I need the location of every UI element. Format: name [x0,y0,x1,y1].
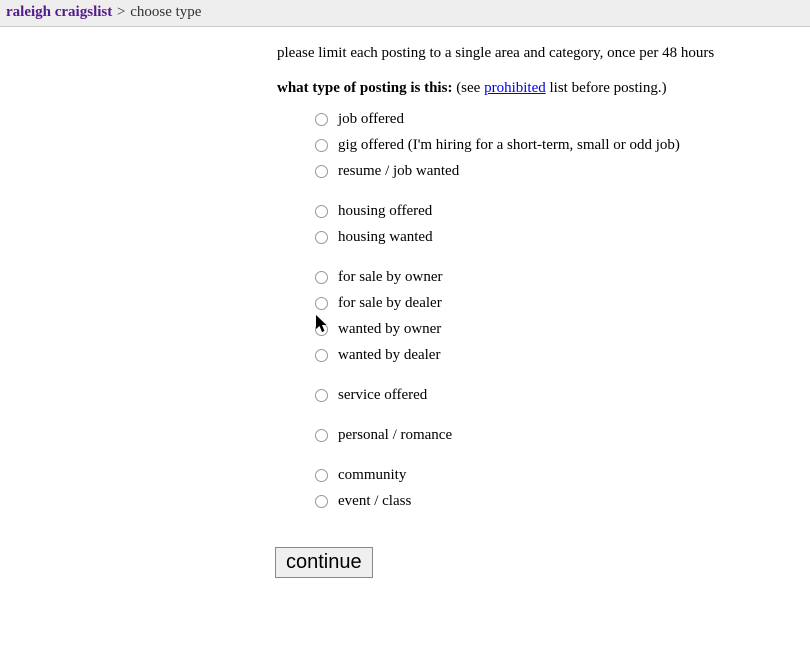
posting-type-prompt: what type of posting is this: (see prohi… [277,80,810,97]
posting-type-label[interactable]: resume / job wanted [338,161,459,181]
posting-type-radio[interactable] [315,297,328,310]
posting-type-radio[interactable] [315,139,328,152]
posting-type-option[interactable]: gig offered (I'm hiring for a short-term… [315,135,810,155]
limit-note: please limit each posting to a single ar… [277,45,810,62]
breadcrumb-site-link[interactable]: raleigh craigslist [6,4,112,20]
posting-type-label[interactable]: personal / romance [338,425,452,445]
posting-type-option[interactable]: housing wanted [315,227,810,247]
posting-type-radio[interactable] [315,469,328,482]
prohibited-link[interactable]: prohibited [484,80,546,96]
option-group: job offered gig offered (I'm hiring for a… [315,109,810,181]
posting-type-option[interactable]: for sale by dealer [315,293,810,313]
posting-type-label[interactable]: housing wanted [338,227,433,247]
posting-type-option[interactable]: wanted by dealer [315,345,810,365]
posting-type-radio[interactable] [315,389,328,402]
posting-type-radio[interactable] [315,323,328,336]
content: please limit each posting to a single ar… [0,27,810,578]
breadcrumb: raleigh craigslist > choose type [0,0,810,27]
posting-type-radio[interactable] [315,231,328,244]
option-group: personal / romance [315,425,810,445]
prompt-before-link: (see [452,80,484,96]
continue-button[interactable]: continue [275,547,373,578]
posting-type-label[interactable]: for sale by owner [338,267,443,287]
posting-type-option[interactable]: job offered [315,109,810,129]
posting-type-radio[interactable] [315,165,328,178]
posting-type-option[interactable]: for sale by owner [315,267,810,287]
breadcrumb-current: choose type [130,4,201,20]
posting-type-radio[interactable] [315,205,328,218]
posting-type-label[interactable]: for sale by dealer [338,293,442,313]
posting-type-option[interactable]: community [315,465,810,485]
posting-type-option[interactable]: personal / romance [315,425,810,445]
posting-type-radio[interactable] [315,349,328,362]
posting-type-label[interactable]: event / class [338,491,411,511]
prompt-bold: what type of posting is this: [277,80,452,96]
prompt-after-link: list before posting.) [546,80,667,96]
posting-type-option[interactable]: service offered [315,385,810,405]
posting-type-label[interactable]: wanted by owner [338,319,441,339]
posting-type-radio[interactable] [315,113,328,126]
posting-type-option[interactable]: resume / job wanted [315,161,810,181]
option-group: community event / class [315,465,810,511]
posting-type-label[interactable]: wanted by dealer [338,345,440,365]
posting-type-label[interactable]: job offered [338,109,404,129]
breadcrumb-separator: > [117,4,125,20]
posting-type-radio[interactable] [315,495,328,508]
posting-type-option[interactable]: event / class [315,491,810,511]
posting-type-radio[interactable] [315,429,328,442]
option-group: service offered [315,385,810,405]
posting-type-option[interactable]: housing offered [315,201,810,221]
posting-type-option[interactable]: wanted by owner [315,319,810,339]
posting-type-options: job offered gig offered (I'm hiring for a… [277,109,810,511]
posting-type-label[interactable]: housing offered [338,201,432,221]
option-group: for sale by owner for sale by dealer wante… [315,267,810,365]
posting-type-label[interactable]: gig offered (I'm hiring for a short-term… [338,135,680,155]
posting-type-radio[interactable] [315,271,328,284]
option-group: housing offered housing wanted [315,201,810,247]
posting-type-label[interactable]: service offered [338,385,427,405]
posting-type-label[interactable]: community [338,465,406,485]
